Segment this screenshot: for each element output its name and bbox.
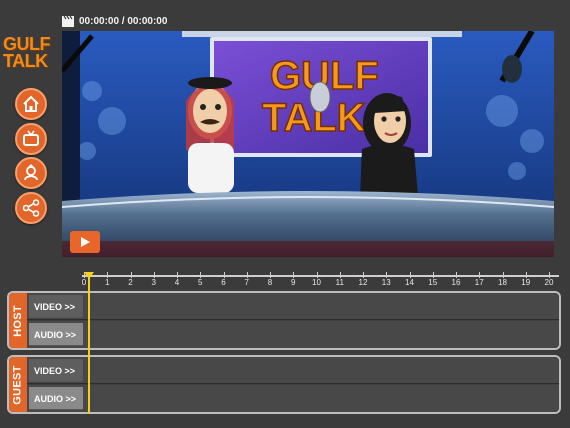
ruler-tick-label: 8 — [267, 278, 273, 287]
ruler-tick-label: 1 — [105, 278, 110, 287]
timecode-display: 00:00:00 / 00:00:00 — [62, 13, 167, 29]
character-button[interactable] — [15, 157, 47, 189]
ruler-tick-label: 16 — [451, 278, 461, 287]
ruler-tick-label: 18 — [498, 278, 507, 287]
ruler-tick-label: 3 — [151, 278, 156, 287]
host-character — [186, 77, 234, 193]
guest-video-lane[interactable]: VIDEO >> — [27, 357, 559, 384]
host-audio-lane[interactable]: AUDIO >> — [27, 321, 559, 348]
ruler-tick-label: 15 — [428, 278, 438, 287]
gulf-talk-logo: GULF TALK — [3, 34, 51, 71]
clapperboard-icon — [62, 15, 74, 27]
play-icon — [81, 237, 90, 247]
host-audio-label[interactable]: AUDIO >> — [29, 323, 83, 346]
share-button[interactable] — [15, 192, 47, 224]
ruler-tick-label: 17 — [474, 278, 484, 287]
ruler-tick-label: 5 — [198, 278, 203, 287]
ruler-tick-label: 6 — [221, 278, 226, 287]
ruler-tick-label: 2 — [128, 278, 133, 287]
ruler-tick-label: 9 — [291, 278, 296, 287]
guest-audio-lane[interactable]: AUDIO >> — [27, 385, 559, 412]
timeline-ruler[interactable]: 0 1 2 3 4 5 6 7 8 9 10 11 12 13 14 15 16 17 18 19 20 — [82, 268, 559, 290]
home-button[interactable] — [15, 88, 47, 120]
ruler-tick-label: 20 — [544, 278, 554, 287]
ruler-tick-label: 7 — [244, 278, 249, 287]
playhead-line[interactable] — [88, 276, 90, 414]
guest-video-label[interactable]: VIDEO >> — [29, 359, 83, 382]
guest-track-tag: GUEST — [9, 357, 27, 412]
guest-audio-label[interactable]: AUDIO >> — [29, 387, 83, 410]
timecode-text: 00:00:00 / 00:00:00 — [79, 15, 168, 27]
video-preview[interactable]: GULF TALK — [62, 31, 554, 257]
character-icon — [24, 164, 38, 181]
host-track-tag: HOST — [9, 293, 27, 348]
ruler-tick-label: 10 — [312, 278, 321, 287]
host-video-label[interactable]: VIDEO >> — [29, 295, 83, 318]
studio-scene: GULF TALK — [62, 31, 554, 257]
play-button[interactable] — [70, 231, 100, 253]
ruler-tick-label: 19 — [521, 278, 531, 287]
ruler-tick-label: 0 — [81, 278, 87, 287]
ruler-tick-label: 11 — [335, 278, 344, 287]
host-video-lane[interactable]: VIDEO >> — [27, 293, 559, 320]
ruler-tick-label: 14 — [405, 278, 414, 287]
tv-icon — [23, 130, 39, 146]
home-icon — [23, 95, 39, 112]
tv-button[interactable] — [15, 123, 47, 155]
share-icon — [22, 199, 40, 217]
host-track-group: HOST VIDEO >> AUDIO >> — [7, 291, 561, 350]
guest-track-group: GUEST VIDEO >> AUDIO >> — [7, 355, 561, 414]
ruler-tick-label: 13 — [381, 278, 391, 287]
ruler-tick-label: 12 — [358, 278, 368, 287]
ruler-tick-label: 4 — [174, 278, 180, 287]
